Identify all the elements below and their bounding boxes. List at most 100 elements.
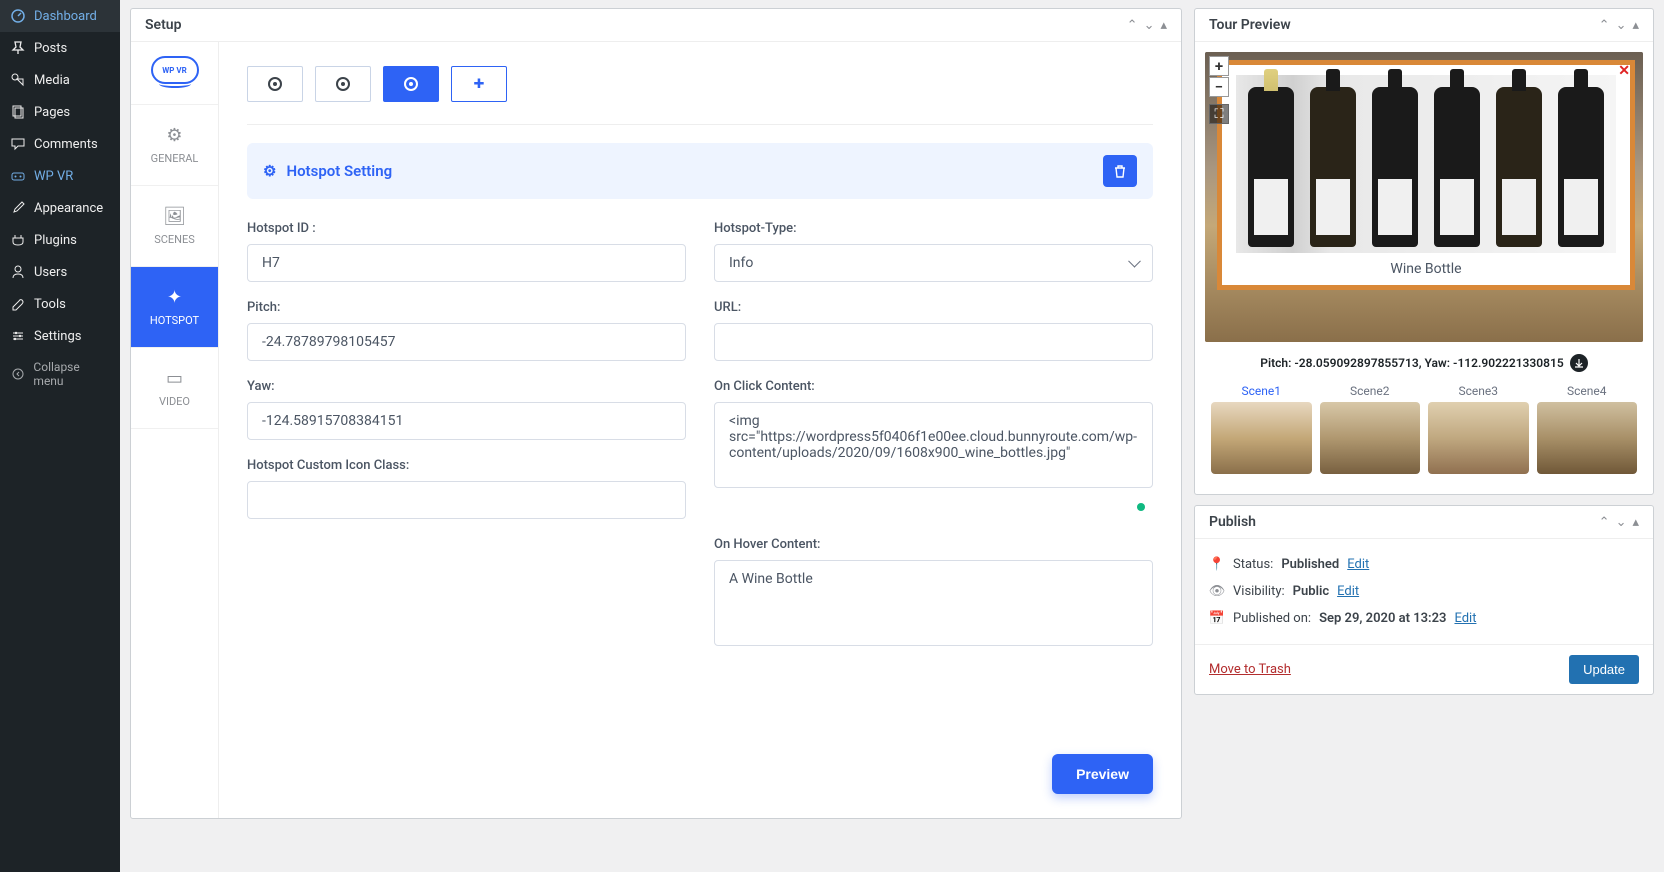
setup-panel: Setup ⌃ ⌄ ▴ WP VR ⚙ GENERAL xyxy=(130,8,1182,819)
panel-arrow-down-icon[interactable]: ⌄ xyxy=(1144,18,1155,33)
label-pitch: Pitch: xyxy=(247,300,686,315)
scene-thumb-1[interactable]: Scene1 xyxy=(1211,384,1312,474)
hotspot-button-2[interactable] xyxy=(315,66,371,102)
tab-hotspot[interactable]: ✦ HOTSPOT xyxy=(131,267,218,348)
wrench-icon xyxy=(10,296,26,312)
sidebar-label: Settings xyxy=(34,329,81,344)
hotspot-dot-icon xyxy=(404,77,418,91)
label-yaw: Yaw: xyxy=(247,379,686,394)
hotspot-setting-title: Hotspot Setting xyxy=(286,162,392,180)
tab-label: HOTSPOT xyxy=(150,314,199,327)
panel-toggle-icon[interactable]: ▴ xyxy=(1160,18,1167,33)
sidebar-label: Media xyxy=(34,73,70,88)
zoom-in-button[interactable]: + xyxy=(1209,56,1229,76)
sidebar-item-media[interactable]: Media xyxy=(0,64,120,96)
sidebar-collapse[interactable]: Collapse menu xyxy=(0,352,120,396)
tab-video[interactable]: ▭ VIDEO xyxy=(131,348,218,429)
sidebar-item-settings[interactable]: Settings xyxy=(0,320,120,352)
popup-image xyxy=(1236,75,1616,253)
media-icon xyxy=(10,72,26,88)
panel-arrow-down-icon[interactable]: ⌄ xyxy=(1616,18,1627,33)
edit-status-link[interactable]: Edit xyxy=(1347,557,1369,572)
sidebar-label: Tools xyxy=(34,297,66,312)
status-label: Status: xyxy=(1233,557,1273,572)
calendar-icon: 📅 xyxy=(1209,611,1225,626)
sidebar-item-wpvr[interactable]: WP VR xyxy=(0,160,120,192)
target-icon: ✦ xyxy=(167,287,182,308)
hotspot-button-1[interactable] xyxy=(247,66,303,102)
label-icon-class: Hotspot Custom Icon Class: xyxy=(247,458,686,473)
hotspot-dot-icon xyxy=(336,77,350,91)
sidebar-item-appearance[interactable]: Appearance xyxy=(0,192,120,224)
scene-thumbnail-image xyxy=(1428,402,1529,474)
gear-icon: ⚙ xyxy=(263,162,276,180)
visibility-value: Public xyxy=(1293,584,1329,599)
fullscreen-button[interactable]: ⛶ xyxy=(1209,104,1229,124)
page-icon xyxy=(10,104,26,120)
publish-title: Publish xyxy=(1209,514,1256,530)
scene-label: Scene4 xyxy=(1537,384,1638,398)
scene-thumbnail-image xyxy=(1537,402,1638,474)
download-icon[interactable] xyxy=(1570,354,1588,372)
sidebar-item-plugins[interactable]: Plugins xyxy=(0,224,120,256)
sliders-icon xyxy=(10,328,26,344)
panel-arrow-up-icon[interactable]: ⌃ xyxy=(1599,18,1610,33)
hotspot-type-select[interactable]: Info xyxy=(714,244,1153,282)
panel-arrow-up-icon[interactable]: ⌃ xyxy=(1127,18,1138,33)
hotspot-button-3[interactable] xyxy=(383,66,439,102)
preview-button[interactable]: Preview xyxy=(1052,754,1153,794)
panel-arrow-down-icon[interactable]: ⌄ xyxy=(1616,515,1627,530)
key-icon: 📍 xyxy=(1209,557,1225,572)
tab-label: VIDEO xyxy=(159,395,190,408)
zoom-out-button[interactable]: − xyxy=(1209,77,1229,97)
sidebar-item-dashboard[interactable]: Dashboard xyxy=(0,0,120,32)
sidebar-item-tools[interactable]: Tools xyxy=(0,288,120,320)
move-to-trash-link[interactable]: Move to Trash xyxy=(1209,662,1291,677)
label-url: URL: xyxy=(714,300,1153,315)
hotspot-popup: ✕ Wine Bottle xyxy=(1217,60,1635,290)
scene-thumb-4[interactable]: Scene4 xyxy=(1537,384,1638,474)
plugin-icon xyxy=(10,232,26,248)
comment-icon xyxy=(10,136,26,152)
panel-arrow-up-icon[interactable]: ⌃ xyxy=(1599,515,1610,530)
panel-toggle-icon[interactable]: ▴ xyxy=(1632,515,1639,530)
popup-close-button[interactable]: ✕ xyxy=(1618,63,1630,79)
brush-icon xyxy=(10,200,26,216)
publish-panel: Publish ⌃ ⌄ ▴ 📍 Status: Published Edit xyxy=(1194,505,1654,695)
label-on-click: On Click Content: xyxy=(714,379,1153,394)
plus-icon: ✚ xyxy=(474,77,485,92)
tab-general[interactable]: ⚙ GENERAL xyxy=(131,105,218,186)
pitch-input[interactable] xyxy=(247,323,686,361)
wpvr-logo: WP VR xyxy=(131,42,218,105)
delete-hotspot-button[interactable] xyxy=(1103,155,1137,187)
user-icon xyxy=(10,264,26,280)
sidebar-item-comments[interactable]: Comments xyxy=(0,128,120,160)
scene-label: Scene2 xyxy=(1320,384,1421,398)
hotspot-add-button[interactable]: ✚ xyxy=(451,66,507,102)
video-icon: ▭ xyxy=(166,368,183,389)
pin-icon xyxy=(10,40,26,56)
eye-icon: 👁 xyxy=(1209,584,1225,599)
url-input[interactable] xyxy=(714,323,1153,361)
tab-scenes[interactable]: 🖼 SCENES xyxy=(131,186,218,267)
on-click-textarea[interactable]: <img src="https://wordpress5f0406f1e00ee… xyxy=(714,402,1153,488)
status-value: Published xyxy=(1281,557,1339,572)
visibility-label: Visibility: xyxy=(1233,584,1285,599)
dashboard-icon xyxy=(10,8,26,24)
update-button[interactable]: Update xyxy=(1569,655,1639,684)
on-hover-textarea[interactable]: A Wine Bottle xyxy=(714,560,1153,646)
sidebar-item-users[interactable]: Users xyxy=(0,256,120,288)
scene-viewport[interactable]: + − ⛶ ✕ xyxy=(1205,52,1643,342)
scene-thumb-2[interactable]: Scene2 xyxy=(1320,384,1421,474)
yaw-input[interactable] xyxy=(247,402,686,440)
hotspot-id-input[interactable] xyxy=(247,244,686,282)
trash-icon xyxy=(1112,163,1128,179)
sidebar-item-posts[interactable]: Posts xyxy=(0,32,120,64)
edit-visibility-link[interactable]: Edit xyxy=(1337,584,1359,599)
sidebar-item-pages[interactable]: Pages xyxy=(0,96,120,128)
panel-toggle-icon[interactable]: ▴ xyxy=(1632,18,1639,33)
collapse-icon xyxy=(10,366,25,382)
edit-published-link[interactable]: Edit xyxy=(1454,611,1476,626)
scene-thumb-3[interactable]: Scene3 xyxy=(1428,384,1529,474)
icon-class-input[interactable] xyxy=(247,481,686,519)
